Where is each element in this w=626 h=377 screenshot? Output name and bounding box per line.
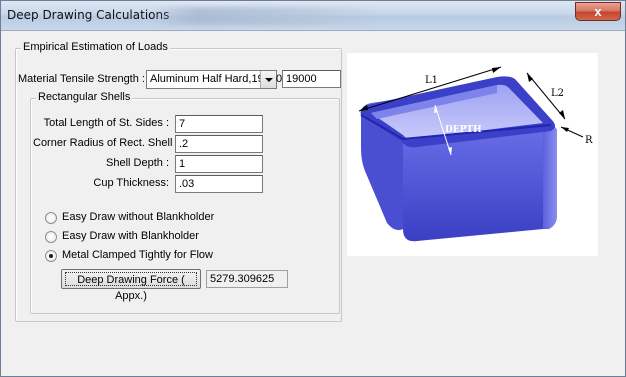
rectangular-shells-legend: Rectangular Shells bbox=[36, 91, 133, 103]
l2-arrowhead-end bbox=[559, 110, 565, 119]
tensile-strength-value: 19000 bbox=[286, 73, 317, 85]
deep-drawing-force-button[interactable]: Deep Drawing Force ( Appx.) bbox=[61, 269, 201, 302]
title-bar-blur bbox=[151, 7, 381, 25]
window-title: Deep Drawing Calculations bbox=[7, 8, 170, 22]
total-length-field[interactable]: 7 bbox=[175, 115, 263, 133]
corner-radius-label: Corner Radius of Rect. Shell : bbox=[33, 137, 179, 149]
label-l1: L1 bbox=[425, 75, 438, 86]
chevron-down-icon[interactable] bbox=[260, 71, 276, 88]
close-button[interactable]: x bbox=[575, 2, 621, 21]
shell-right-wall bbox=[543, 123, 557, 229]
deep-drawing-window: Deep Drawing Calculations x Empirical Es… bbox=[0, 0, 626, 377]
label-depth: DEPTH bbox=[445, 125, 482, 135]
total-length-value: 7 bbox=[179, 118, 186, 130]
deep-drawing-force-button-label: Deep Drawing Force ( Appx.) bbox=[77, 274, 185, 302]
radio-label: Easy Draw with Blankholder bbox=[62, 230, 199, 242]
empirical-estimation-group: Empirical Estimation of Loads Material T… bbox=[15, 41, 342, 322]
material-tensile-label: Material Tensile Strength : bbox=[18, 73, 145, 85]
shell-depth-value: 1 bbox=[179, 158, 186, 170]
cup-thickness-value: .03 bbox=[179, 178, 195, 190]
dialog-client-area: Empirical Estimation of Loads Material T… bbox=[8, 32, 620, 370]
total-length-label: Total Length of St. Sides : bbox=[43, 117, 169, 129]
shell-depth-field[interactable]: 1 bbox=[175, 155, 263, 173]
material-select[interactable]: Aluminum Half Hard,19000 bbox=[146, 70, 282, 89]
title-bar[interactable]: Deep Drawing Calculations x bbox=[1, 1, 625, 31]
radio-label: Easy Draw without Blankholder bbox=[62, 211, 215, 223]
shell-diagram: L1 L2 DEPTH R bbox=[347, 53, 598, 256]
radio-indicator[interactable] bbox=[45, 231, 57, 243]
cup-thickness-label: Cup Thickness: bbox=[93, 177, 169, 189]
corner-radius-field[interactable]: .2 bbox=[175, 135, 263, 153]
label-l2: L2 bbox=[551, 88, 564, 99]
radio-indicator-selected[interactable] bbox=[45, 250, 57, 262]
tensile-strength-field[interactable]: 19000 bbox=[282, 70, 341, 88]
shell-depth-label: Shell Depth : bbox=[106, 157, 169, 169]
l1-arrowhead-start bbox=[359, 105, 368, 111]
l2-arrowhead-start bbox=[527, 73, 533, 82]
l1-arrowhead-end bbox=[492, 67, 501, 73]
label-r: R bbox=[585, 135, 593, 146]
rectangular-shells-group: Rectangular Shells Total Length of St. S… bbox=[30, 91, 340, 314]
deep-drawing-force-value: 5279.309625 bbox=[210, 273, 275, 285]
rect-shell-illustration: L1 L2 DEPTH R bbox=[358, 66, 593, 242]
radio-label: Metal Clamped Tightly for Flow bbox=[62, 249, 213, 261]
r-arrowhead bbox=[561, 127, 569, 132]
radio-indicator[interactable] bbox=[45, 212, 57, 224]
corner-radius-value: .2 bbox=[179, 138, 189, 150]
deep-drawing-force-result: 5279.309625 bbox=[206, 270, 288, 288]
focus-rect: Deep Drawing Force ( Appx.) bbox=[65, 272, 197, 302]
cup-thickness-field[interactable]: .03 bbox=[175, 175, 263, 193]
empirical-estimation-legend: Empirical Estimation of Loads bbox=[21, 41, 170, 53]
